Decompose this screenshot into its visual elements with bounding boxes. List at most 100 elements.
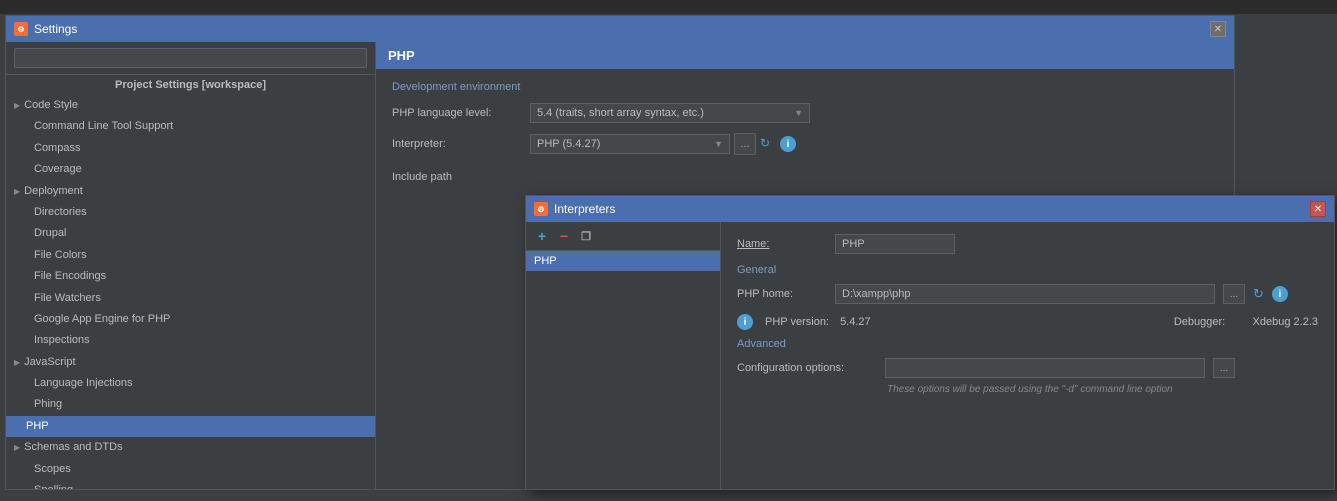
php-lang-level-row: PHP language level: 5.4 (traits, short a… — [392, 103, 1218, 123]
php-home-input[interactable] — [835, 284, 1215, 304]
general-section-label: General — [737, 264, 1318, 276]
sidebar-item-spelling-label: Spelling — [34, 483, 73, 489]
php-lang-level-dropdown-arrow-icon: ▼ — [794, 108, 803, 118]
sidebar-item-file-watchers-label: File Watchers — [34, 291, 101, 306]
config-options-input[interactable] — [885, 358, 1205, 378]
php-home-refresh-icon[interactable]: ↻ — [1253, 286, 1264, 302]
config-options-ellipsis-button[interactable]: ... — [1213, 358, 1235, 378]
sidebar-item-code-style[interactable]: ▶ Code Style — [6, 95, 375, 116]
interpreter-label: Interpreter: — [392, 138, 522, 150]
interpreter-refresh-icon[interactable]: ↻ — [760, 136, 776, 152]
debugger-label: Debugger: — [1174, 316, 1225, 328]
interpreter-value: PHP (5.4.27) — [537, 138, 600, 150]
include-path-row: Include path — [392, 165, 1218, 183]
sidebar-item-compass-label: Compass — [34, 141, 80, 156]
deployment-arrow-icon: ▶ — [14, 186, 20, 197]
sidebar-item-javascript-label: JavaScript — [24, 355, 75, 370]
interpreter-list: PHP — [526, 251, 720, 489]
sidebar-item-file-colors-label: File Colors — [34, 248, 87, 263]
interpreter-info-icon[interactable]: i — [780, 136, 796, 152]
php-home-ellipsis-button[interactable]: ... — [1223, 284, 1245, 304]
sidebar-item-php-label: PHP — [26, 419, 49, 434]
sidebar-item-deployment[interactable]: ▶ Deployment — [6, 181, 375, 202]
interpreters-dialog-close-button[interactable]: ✕ — [1310, 201, 1326, 217]
php-home-label: PHP home: — [737, 288, 827, 300]
sidebar-item-coverage[interactable]: Coverage — [6, 159, 375, 180]
sidebar-item-google-app-engine-label: Google App Engine for PHP — [34, 312, 170, 327]
php-home-row: PHP home: ... ↻ i — [737, 284, 1318, 304]
dev-environment-label: Development environment — [392, 81, 1218, 93]
sidebar-item-schemas-dtds-label: Schemas and DTDs — [24, 440, 122, 455]
sidebar-item-phing-label: Phing — [34, 397, 62, 412]
sidebar-item-inspections[interactable]: Inspections — [6, 330, 375, 351]
sidebar-item-scopes[interactable]: Scopes — [6, 459, 375, 480]
php-version-prefix: PHP version: — [765, 316, 829, 328]
sidebar-item-deployment-label: Deployment — [24, 184, 83, 199]
sidebar-item-directories-label: Directories — [34, 205, 87, 220]
php-lang-level-select[interactable]: 5.4 (traits, short array syntax, etc.) ▼ — [530, 103, 810, 123]
javascript-arrow-icon: ▶ — [14, 357, 20, 368]
add-interpreter-button[interactable]: + — [532, 226, 552, 246]
settings-titlebar: ⚙ Settings ✕ — [6, 16, 1234, 42]
sidebar: Project Settings [workspace] ▶ Code Styl… — [6, 42, 376, 489]
php-home-info-icon[interactable]: i — [1272, 286, 1288, 302]
interpreters-toolbar: + − ❐ — [526, 222, 720, 251]
sidebar-item-language-injections[interactable]: Language Injections — [6, 373, 375, 394]
sidebar-item-javascript[interactable]: ▶ JavaScript — [6, 352, 375, 373]
interpreter-dropdown-arrow-icon: ▼ — [714, 139, 723, 149]
search-box — [6, 42, 375, 75]
sidebar-item-directories[interactable]: Directories — [6, 202, 375, 223]
sidebar-item-code-style-label: Code Style — [24, 98, 78, 113]
interpreters-dialog-title: Interpreters — [554, 202, 615, 216]
code-style-arrow-icon: ▶ — [14, 100, 20, 111]
sidebar-item-cmd-line-label: Command Line Tool Support — [34, 119, 173, 134]
sidebar-section-header: Project Settings [workspace] — [6, 75, 375, 95]
interpreter-list-item-php[interactable]: PHP — [526, 251, 720, 271]
settings-window-title: Settings — [34, 22, 77, 36]
copy-interpreter-button[interactable]: ❐ — [576, 226, 596, 246]
sidebar-item-php[interactable]: PHP — [6, 416, 375, 437]
interpreter-name-input[interactable] — [835, 234, 955, 254]
sidebar-item-file-encodings[interactable]: File Encodings — [6, 266, 375, 287]
interpreter-select[interactable]: PHP (5.4.27) ▼ — [530, 134, 730, 154]
settings-window-icon: ⚙ — [14, 22, 28, 36]
schemas-dtds-arrow-icon: ▶ — [14, 442, 20, 453]
sidebar-item-file-watchers[interactable]: File Watchers — [6, 288, 375, 309]
sidebar-item-cmd-line[interactable]: Command Line Tool Support — [6, 116, 375, 137]
sidebar-item-drupal-label: Drupal — [34, 226, 66, 241]
include-path-label: Include path — [392, 171, 452, 183]
config-options-row: Configuration options: ... — [737, 358, 1318, 378]
sidebar-item-drupal[interactable]: Drupal — [6, 223, 375, 244]
sidebar-item-google-app-engine[interactable]: Google App Engine for PHP — [6, 309, 375, 330]
interpreters-titlebar: ⚙ Interpreters ✕ — [526, 196, 1334, 222]
sidebar-item-schemas-dtds[interactable]: ▶ Schemas and DTDs — [6, 437, 375, 458]
interpreter-row: Interpreter: PHP (5.4.27) ▼ ... ↻ i — [392, 133, 1218, 155]
sidebar-item-file-encodings-label: File Encodings — [34, 269, 106, 284]
interpreter-ellipsis-button[interactable]: ... — [734, 133, 756, 155]
php-version-text: PHP version: 5.4.27 — [765, 316, 871, 328]
sidebar-item-compass[interactable]: Compass — [6, 138, 375, 159]
sidebar-item-language-injections-label: Language Injections — [34, 376, 132, 391]
php-lang-level-label: PHP language level: — [392, 107, 522, 119]
sidebar-item-file-colors[interactable]: File Colors — [6, 245, 375, 266]
sidebar-item-spelling[interactable]: Spelling — [6, 480, 375, 489]
interpreters-dialog: ⚙ Interpreters ✕ + − ❐ PHP Name: — [525, 195, 1335, 490]
advanced-section-label: Advanced — [737, 338, 1318, 350]
interpreters-dialog-icon: ⚙ — [534, 202, 548, 216]
interpreters-dialog-body: + − ❐ PHP Name: General PHP home: — [526, 222, 1334, 489]
version-info-icon: i — [737, 314, 753, 330]
version-debugger-row: i PHP version: 5.4.27 Debugger: Xdebug 2… — [737, 314, 1318, 330]
search-input[interactable] — [14, 48, 367, 68]
content-header: PHP — [376, 42, 1234, 69]
sidebar-item-phing[interactable]: Phing — [6, 394, 375, 415]
interpreters-list-panel: + − ❐ PHP — [526, 222, 721, 489]
settings-close-button[interactable]: ✕ — [1210, 21, 1226, 37]
remove-interpreter-button[interactable]: − — [554, 226, 574, 246]
interpreter-name-row: Name: — [737, 234, 1318, 254]
php-lang-level-value: 5.4 (traits, short array syntax, etc.) — [537, 107, 704, 119]
debugger-value: Xdebug 2.2.3 — [1253, 316, 1318, 328]
config-options-label: Configuration options: — [737, 362, 877, 374]
interpreter-list-item-php-label: PHP — [534, 255, 557, 267]
sidebar-item-coverage-label: Coverage — [34, 162, 82, 177]
sidebar-item-inspections-label: Inspections — [34, 333, 90, 348]
